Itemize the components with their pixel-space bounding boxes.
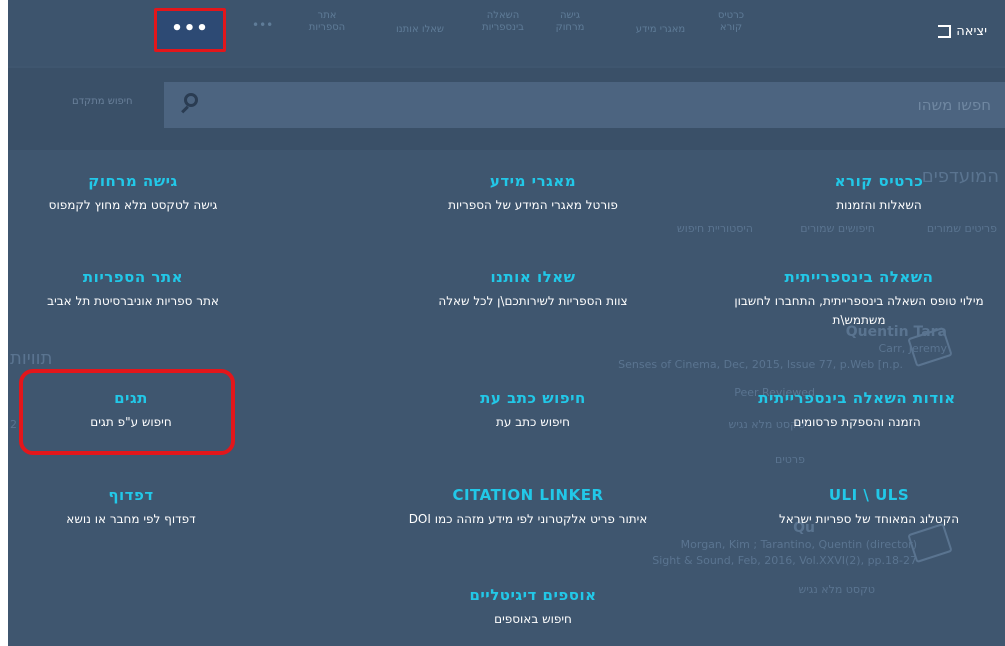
menu-item-title: ULI \ ULS [828, 486, 910, 504]
menu-item-desc: מילוי טופס השאלה בינספרייתית, התחברו לחש… [734, 294, 984, 327]
more-menu-button[interactable]: ••• [154, 8, 226, 52]
menu-item-desc: איתור פריט אלקטרוני לפי מידע מזהה כמו DO… [408, 512, 648, 526]
nav-item-databases[interactable]: מאגרי מידע [623, 24, 698, 36]
logout-icon [938, 25, 952, 38]
menu-item-digital-collections[interactable]: אוספים דיגיטליים חיפוש באוספים [378, 586, 688, 629]
menu-item-desc: דפדוף לפי מחבר או נושא [66, 512, 196, 526]
result-1-source: Senses of Cinema, Dec, 2015, Issue 77, p… [618, 358, 903, 371]
menu-item-journal-search[interactable]: חיפוש כתב עת חיפוש כתב עת [378, 389, 688, 432]
menu-item-desc: גישה לטקסט מלא מחוץ לקמפוס [48, 198, 218, 212]
search-placeholder: חפשו משהו [917, 96, 991, 114]
search-input[interactable]: חפשו משהו [164, 82, 1005, 128]
menu-item-desc: חיפוש כתב עת [496, 415, 570, 429]
menu-item-title: אתר הספריות [82, 268, 184, 286]
nav-item-remote-access[interactable]: גישה מרחוק [550, 10, 590, 34]
menu-item-title: דפדוף [108, 486, 154, 504]
search-bar: חפשו משהו חיפוש מתקדם [8, 68, 1005, 150]
search-icon[interactable] [184, 93, 198, 107]
exit-label: יציאה [956, 24, 987, 39]
menu-item-library-card[interactable]: כרטיס קורא השאלות והזמנות [724, 172, 1005, 215]
menu-item-about-ill[interactable]: אודות השאלה בינספרייתית הזמנה והספקת פרס… [702, 389, 1005, 432]
menu-item-desc: אתר ספריות אוניברסיטת תל אביב [47, 294, 219, 308]
menu-item-remote-access[interactable]: גישה מרחוק גישה לטקסט מלא מחוץ לקמפוס [8, 172, 288, 215]
menu-item-library-site[interactable]: אתר הספריות אתר ספריות אוניברסיטת תל אבי… [8, 268, 288, 311]
menu-item-desc: הזמנה והספקת פרסומים [793, 415, 921, 429]
result-2-source: Sight & Sound, Feb, 2016, Vol.XXVI(2), p… [652, 554, 917, 567]
menu-item-title: CITATION LINKER [452, 486, 604, 504]
tab-search-history[interactable]: היסטוריית חיפוש [677, 222, 753, 235]
menu-item-citation-linker[interactable]: CITATION LINKER איתור פריט אלקטרוני לפי … [348, 486, 708, 529]
menu-item-title: מאגרי מידע [489, 172, 577, 190]
more-menu-ghost[interactable]: ••• [252, 18, 273, 32]
tab-saved-searches[interactable]: חיפושים שמורים [800, 222, 875, 235]
tab-saved-items[interactable]: פריטים שמורים [927, 222, 997, 235]
menu-item-uli-uls[interactable]: ULI \ ULS הקטלוג המאוחד של ספריות ישראל [714, 486, 1005, 529]
menu-item-desc: חיפוש באוספים [494, 612, 572, 626]
menu-item-interlibrary-loan[interactable]: השאלה בינספרייתית מילוי טופס השאלה בינספ… [704, 268, 1005, 330]
result-2-author: Morgan, Kim ; Tarantino, Quentin (direct… [680, 538, 917, 551]
exit-button[interactable]: יציאה [938, 24, 987, 39]
menu-item-title: כרטיס קורא [834, 172, 924, 190]
app-frame: יציאה כרטיס קורא מאגרי מידע גישה מרחוק ה… [8, 0, 1005, 646]
menu-item-title: השאלה בינספרייתית [784, 268, 934, 286]
nav-item-ask-us[interactable]: שאלו אותנו [382, 24, 458, 36]
menu-item-desc: הקטלוג המאוחד של ספריות ישראל [778, 512, 960, 526]
menu-item-title: אוספים דיגיטליים [469, 586, 597, 604]
menu-item-databases[interactable]: מאגרי מידע פורטל מאגרי המידע של הספריות [378, 172, 688, 215]
menu-item-browse[interactable]: דפדוף דפדוף לפי מחבר או נושא [8, 486, 286, 529]
nav-item-interlibrary-loan[interactable]: השאלה בינספריות [468, 10, 538, 34]
menu-item-title: חיפוש כתב עת [480, 389, 586, 407]
nav-item-library-site[interactable]: אתר הספריות [300, 10, 354, 34]
nav-item-library-card[interactable]: כרטיס קורא [708, 10, 754, 34]
menu-item-desc: פורטל מאגרי המידע של הספריות [448, 198, 618, 212]
menu-item-desc: השאלות והזמנות [836, 198, 922, 212]
result-2-fulltext[interactable]: טקסט מלא נגיש [799, 583, 875, 596]
menu-item-title: גישה מרחוק [88, 172, 178, 190]
menu-item-ask-us[interactable]: שאלו אותנו צוות הספריות לשירותכם\ן לכל ש… [378, 268, 688, 311]
top-navigation-bar: יציאה כרטיס קורא מאגרי מידע גישה מרחוק ה… [8, 0, 1005, 66]
menu-item-title: שאלו אותנו [490, 268, 576, 286]
advanced-search-link[interactable]: חיפוש מתקדם [72, 96, 133, 107]
result-1-details[interactable]: פרטים [775, 453, 805, 466]
menu-item-title: אודות השאלה בינספרייתית [758, 389, 956, 407]
tags-highlight-box [19, 369, 235, 455]
menu-item-desc: צוות הספריות לשירותכם\ן לכל שאלה [438, 294, 628, 308]
labels-heading: תוויות [10, 348, 53, 369]
